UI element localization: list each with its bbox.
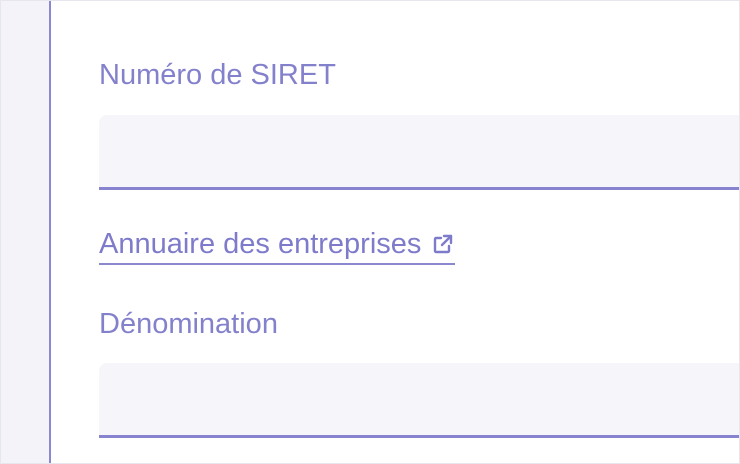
denomination-label: Dénomination: [99, 308, 278, 340]
panel-divider: [49, 1, 51, 463]
business-directory-link-label: Annuaire des entreprises: [99, 228, 422, 260]
siret-input[interactable]: [99, 115, 739, 187]
siret-field[interactable]: [99, 115, 739, 190]
siret-label: Numéro de SIRET: [99, 59, 336, 91]
denomination-input[interactable]: [99, 363, 739, 435]
form-panel: Numéro de SIRET Annuaire des entreprises…: [0, 0, 740, 464]
side-panel: [1, 1, 49, 463]
external-link-icon: [431, 232, 455, 256]
business-directory-link[interactable]: Annuaire des entreprises: [99, 226, 456, 265]
denomination-field[interactable]: [99, 363, 739, 438]
